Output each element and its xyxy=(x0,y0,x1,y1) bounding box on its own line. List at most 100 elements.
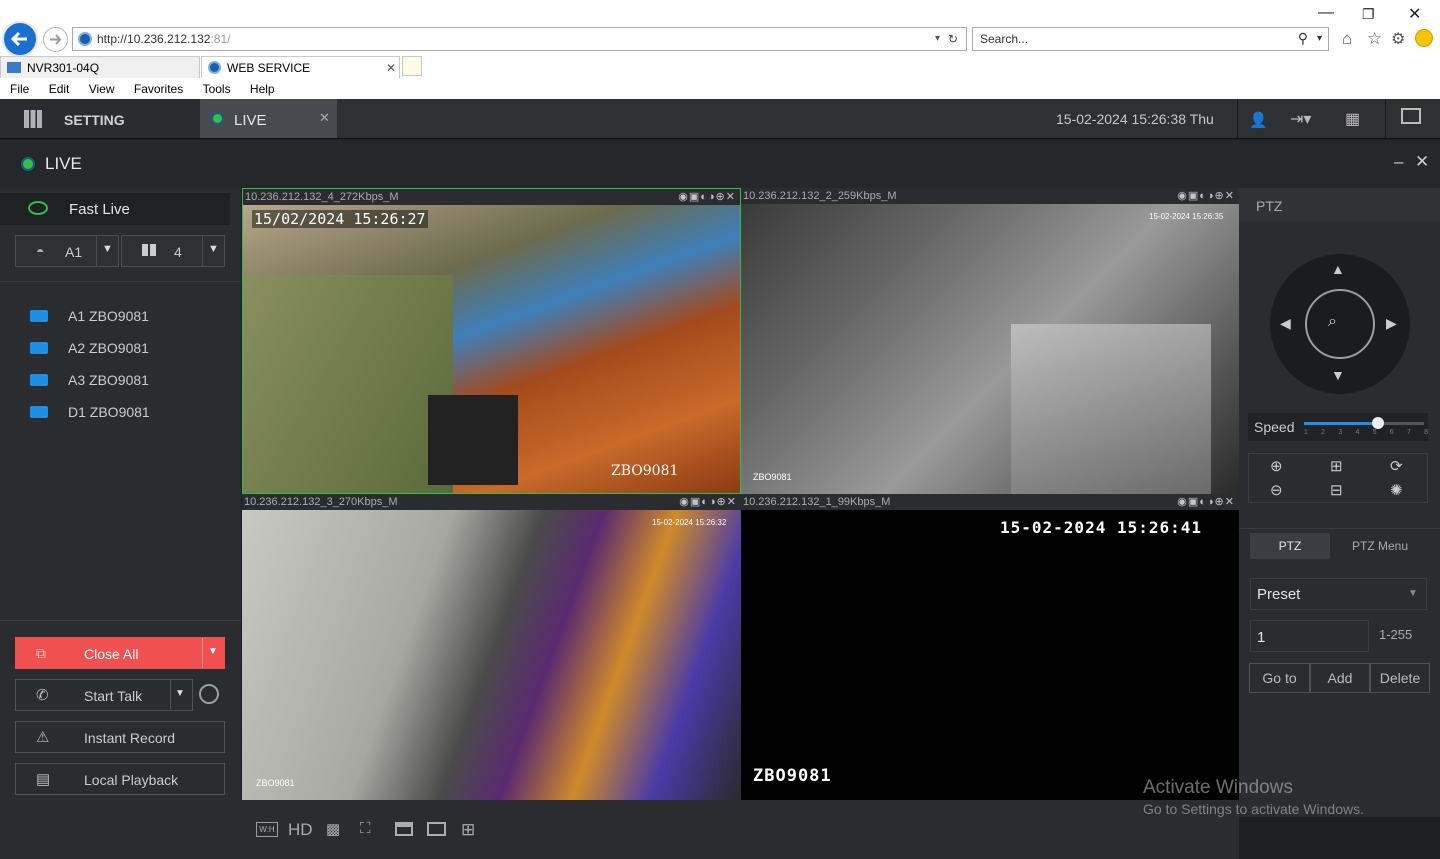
camera-item-a2[interactable]: A2 ZBO9081 xyxy=(0,332,240,364)
preset-number-value: 1 xyxy=(1257,629,1266,646)
tab-ptz[interactable]: PTZ xyxy=(1250,533,1330,559)
menu-view[interactable]: View xyxy=(89,82,115,96)
divider xyxy=(1239,528,1440,529)
iris-close-icon[interactable]: ✺ xyxy=(1390,481,1403,499)
zoom-out-icon[interactable]: ⊖ xyxy=(1270,481,1283,499)
tab-ptz-menu[interactable]: PTZ Menu xyxy=(1339,533,1421,559)
gear-icon[interactable]: ⚙ xyxy=(1391,29,1405,49)
divider xyxy=(170,680,171,710)
chevron-down-icon[interactable]: ▼ xyxy=(208,646,218,657)
auto-focus-button[interactable] xyxy=(1305,289,1375,359)
search-icon[interactable]: ⚲ xyxy=(1298,27,1308,49)
close-live-tab-icon[interactable]: ✕ xyxy=(319,110,330,126)
video-pane-3[interactable]: 10.236.212.132_3_270Kbps_M ◉▣◐◑⊕✕ 15-02-2… xyxy=(242,494,741,800)
setting-tab[interactable]: SETTING xyxy=(0,99,200,138)
multi-view-icon[interactable]: ⊞ xyxy=(461,820,475,840)
new-tab-button[interactable] xyxy=(402,56,422,76)
channel-select[interactable]: ◓ A1 ▼ xyxy=(15,235,119,267)
close-panel-icon[interactable]: ✕ xyxy=(1415,152,1429,172)
forward-button[interactable] xyxy=(43,27,68,52)
minimize-button[interactable]: — xyxy=(1318,4,1334,22)
close-window-button[interactable]: ✕ xyxy=(1408,4,1421,24)
warning-icon: ⚠ xyxy=(36,729,50,746)
ptz-lens-controls: ⊕ ⊞ ⟳ ⊖ ⊟ ✺ xyxy=(1248,453,1428,503)
hd-button[interactable]: HD xyxy=(288,820,313,840)
video-controls-icons[interactable]: ◉▣◐◑⊕✕ xyxy=(678,189,736,205)
chevron-down-icon: ▼ xyxy=(208,243,219,255)
favorites-star-icon[interactable]: ☆ xyxy=(1367,29,1382,49)
menu-tools[interactable]: Tools xyxy=(203,82,231,96)
fast-live-header[interactable]: Fast Live xyxy=(0,193,230,225)
home-icon[interactable]: ⌂ xyxy=(1342,29,1352,49)
video-pane-4[interactable]: 10.236.212.132_1_99Kbps_M ◉▣◐◑⊕✕ 15-02-20… xyxy=(741,494,1239,800)
iris-open-icon[interactable]: ⟳ xyxy=(1390,457,1403,475)
back-arrow-icon xyxy=(10,31,27,47)
camera-icon xyxy=(30,310,48,322)
chevron-down-icon[interactable]: ▼ xyxy=(175,688,185,699)
video-controls-icons[interactable]: ◉▣◐◑⊕✕ xyxy=(1177,494,1235,510)
focus-near-icon[interactable]: ⊞ xyxy=(1330,457,1343,475)
menu-file[interactable]: File xyxy=(10,82,29,96)
focus-far-icon[interactable]: ⊟ xyxy=(1330,481,1343,499)
camera-item-d1[interactable]: D1 ZBO9081 xyxy=(0,396,240,428)
video-controls-icons[interactable]: ◉▣◐◑⊕✕ xyxy=(679,494,737,510)
close-all-button[interactable]: ⧉ Close All ▼ xyxy=(15,637,225,669)
refresh-icon[interactable]: ↻ xyxy=(948,28,958,50)
restore-button[interactable]: ❐ xyxy=(1362,6,1375,23)
logout-icon[interactable]: ⇥▾ xyxy=(1290,109,1311,129)
camera-icon xyxy=(30,374,48,386)
chevron-down-icon: ▼ xyxy=(1408,588,1418,599)
ptz-direction-pad[interactable]: ▲ ▼ ◀ ▶ ⌕ xyxy=(1270,254,1410,394)
setting-label: SETTING xyxy=(64,112,125,128)
minimize-panel-icon[interactable]: – xyxy=(1394,152,1403,172)
close-tab-icon[interactable]: ✕ xyxy=(386,57,396,79)
menu-edit[interactable]: Edit xyxy=(49,82,70,96)
back-button[interactable] xyxy=(2,21,38,57)
user-icon[interactable]: 👤 xyxy=(1249,111,1268,129)
speed-slider-thumb[interactable] xyxy=(1372,417,1384,429)
qr-code-icon[interactable]: ▦ xyxy=(1345,109,1360,129)
speed-label: Speed xyxy=(1254,419,1295,435)
tick: 5 xyxy=(1372,429,1377,436)
tab-web-service[interactable]: WEB SERVICE ✕ xyxy=(201,56,400,78)
start-talk-button[interactable]: ✆ Start Talk ▼ xyxy=(15,679,193,711)
video-title: 10.236.212.132_3_270Kbps_M xyxy=(244,496,398,508)
pan-left-icon[interactable]: ◀ xyxy=(1280,315,1291,332)
fullscreen-icon[interactable]: ⛶ xyxy=(360,820,371,837)
monitor-icon[interactable] xyxy=(1401,108,1421,124)
camera-item-a3[interactable]: A3 ZBO9081 xyxy=(0,364,240,396)
grid-menu-icon xyxy=(24,110,42,128)
layout-select[interactable]: 4 ▼ xyxy=(121,235,225,267)
tab-nvr[interactable]: NVR301-04Q xyxy=(0,56,200,78)
pan-down-icon[interactable]: ▼ xyxy=(1331,367,1345,383)
address-bar[interactable]: http://10.236.212.132:81/ ▾ ↻ xyxy=(72,27,967,51)
menu-favorites[interactable]: Favorites xyxy=(134,82,183,96)
camera-item-a1[interactable]: A1 ZBO9081 xyxy=(0,300,240,332)
address-dropdown-icon[interactable]: ▾ xyxy=(935,28,940,50)
pan-right-icon[interactable]: ▶ xyxy=(1386,315,1397,332)
single-view-icon[interactable] xyxy=(427,822,446,836)
goto-button[interactable]: Go to xyxy=(1249,663,1310,693)
delete-preset-button[interactable]: Delete xyxy=(1370,663,1430,693)
pan-up-icon[interactable]: ▲ xyxy=(1331,261,1345,277)
local-playback-button[interactable]: ▤ Local Playback xyxy=(15,763,225,795)
smiley-icon[interactable] xyxy=(1415,29,1433,47)
instant-record-button[interactable]: ⚠ Instant Record xyxy=(15,721,225,753)
live-tab[interactable]: LIVE ✕ xyxy=(200,99,337,138)
menu-help[interactable]: Help xyxy=(250,82,275,96)
video-pane-2[interactable]: 10.236.212.132_2_259Kbps_M ◉▣◐◑⊕✕ 15-02-2… xyxy=(741,188,1239,494)
stream-icon[interactable]: ▩ xyxy=(326,820,340,838)
zoom-in-icon[interactable]: ⊕ xyxy=(1270,457,1283,475)
video-controls-icons[interactable]: ◉▣◐◑⊕✕ xyxy=(1177,188,1235,204)
add-preset-button[interactable]: Add xyxy=(1310,663,1370,693)
search-box[interactable]: Search... ⚲ ▾ xyxy=(972,27,1329,51)
aspect-ratio-icon[interactable]: W:H xyxy=(256,822,278,837)
speed-control[interactable]: Speed 1 2 3 4 5 6 7 8 xyxy=(1248,413,1428,441)
video-pane-1[interactable]: 10.236.212.132_4_272Kbps_M ◉▣◐◑⊕✕ 15/02/2… xyxy=(242,188,741,494)
search-dropdown-icon[interactable]: ▾ xyxy=(1317,28,1322,50)
video-title: 10.236.212.132_2_259Kbps_M xyxy=(743,190,897,202)
preset-select[interactable]: Preset ▼ xyxy=(1250,578,1427,610)
window-icon[interactable] xyxy=(395,822,413,836)
talk-indicator-icon[interactable] xyxy=(199,684,219,704)
preset-number-input[interactable]: 1 xyxy=(1250,620,1369,652)
